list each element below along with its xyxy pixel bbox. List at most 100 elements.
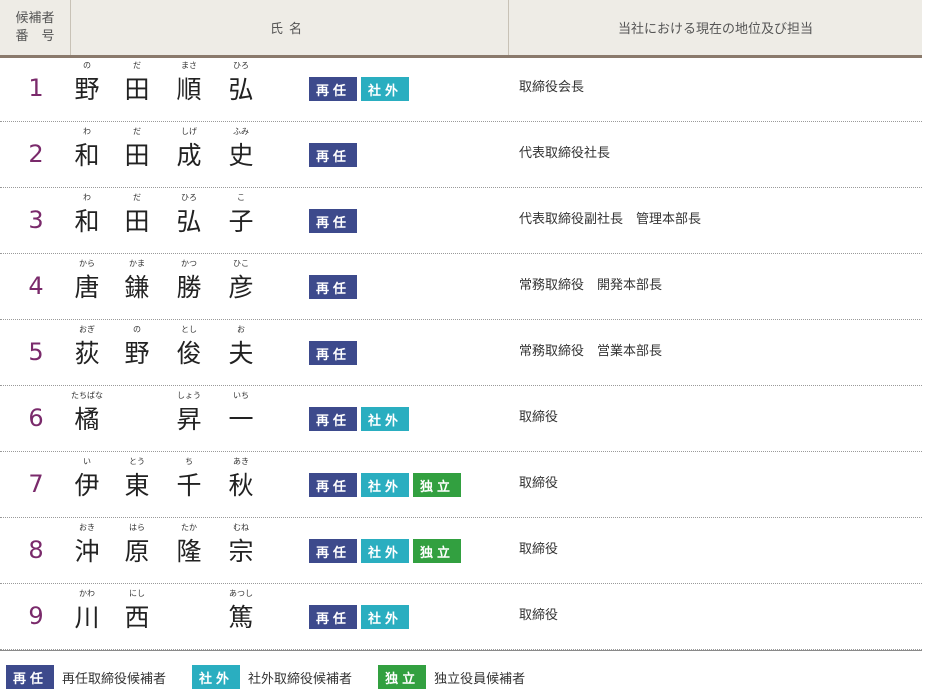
legend-reappoint-text: 再任取締役候補者 bbox=[62, 671, 167, 687]
name-ruby: しげ bbox=[181, 127, 197, 136]
name-kanji: 野 bbox=[74, 75, 100, 104]
table-row: 7 い伊 とう東 ち千 あき秋 再任 社外 独立 取締役 bbox=[0, 451, 922, 518]
name-kanji: 宗 bbox=[228, 537, 254, 566]
candidate-number: 7 bbox=[28, 470, 44, 498]
name-ruby: にし bbox=[129, 589, 145, 598]
candidate-badges: 再任 社外 独立 bbox=[309, 539, 462, 563]
name-kanji: 俊 bbox=[176, 339, 202, 368]
header-position: 当社における現在の地位及び担当 bbox=[617, 22, 813, 37]
candidate-number: 5 bbox=[28, 338, 44, 366]
table-row: 8 おき沖 はら原 たか隆 むね宗 再任 社外 独立 取締役 bbox=[0, 517, 922, 584]
name-ruby: だ bbox=[133, 61, 141, 70]
name-kanji: 和 bbox=[74, 141, 100, 170]
candidate-number: 1 bbox=[28, 74, 44, 102]
name-kanji: 千 bbox=[176, 471, 202, 500]
candidate-number: 4 bbox=[28, 272, 44, 300]
reappoint-badge: 再任 bbox=[309, 275, 358, 299]
name-kanji: 東 bbox=[124, 471, 150, 500]
reappoint-badge: 再任 bbox=[309, 143, 358, 167]
table-row: 4 から唐 かま鎌 かつ勝 ひこ彦 再任 常務取締役 開発本部長 bbox=[0, 253, 922, 320]
legend-divider bbox=[0, 650, 922, 651]
name-kanji: 彦 bbox=[228, 273, 254, 302]
candidate-badges: 再任 bbox=[309, 341, 358, 365]
candidate-number: 8 bbox=[28, 536, 44, 564]
name-kanji: 篤 bbox=[228, 603, 254, 632]
name-kanji: 川 bbox=[74, 603, 100, 632]
legend-outside-text: 社外取締役候補者 bbox=[248, 671, 353, 687]
legend: 再任 再任取締役候補者 社外 社外取締役候補者 独立 独立役員候補者 bbox=[6, 665, 551, 689]
reappoint-badge: 再任 bbox=[309, 605, 358, 629]
name-kanji: 隆 bbox=[176, 537, 202, 566]
legend-reappoint-badge: 再任 bbox=[6, 665, 55, 689]
name-kanji: 夫 bbox=[228, 339, 254, 368]
name-ruby: かま bbox=[129, 259, 145, 268]
name-kanji: 順 bbox=[176, 75, 202, 104]
name-ruby: まさ bbox=[181, 61, 197, 70]
reappoint-badge: 再任 bbox=[309, 77, 358, 101]
name-kanji: 鎌 bbox=[124, 273, 150, 302]
candidate-badges: 再任 社外 bbox=[309, 407, 410, 431]
name-kanji: 弘 bbox=[228, 75, 254, 104]
reappoint-badge: 再任 bbox=[309, 539, 358, 563]
candidate-number: 2 bbox=[28, 140, 44, 168]
header-number-line2: 番 号 bbox=[15, 28, 55, 44]
header-name: 氏名 bbox=[70, 0, 509, 55]
name-ruby: お bbox=[237, 325, 245, 334]
candidate-badges: 再任 bbox=[309, 275, 358, 299]
name-ruby: ひろ bbox=[233, 61, 249, 70]
name-ruby: はら bbox=[129, 523, 145, 532]
name-kanji: 史 bbox=[228, 141, 254, 170]
name-kanji: 伊 bbox=[74, 471, 100, 500]
name-kanji: 唐 bbox=[74, 273, 100, 302]
name-kanji: 沖 bbox=[74, 537, 100, 566]
name-kanji: 秋 bbox=[228, 471, 254, 500]
table-header: 候補者 番 号 氏名 当社における現在の地位及び担当 bbox=[0, 0, 922, 58]
reappoint-badge: 再任 bbox=[309, 341, 358, 365]
name-ruby: たか bbox=[181, 523, 197, 532]
name-ruby: の bbox=[133, 325, 141, 334]
name-ruby: かわ bbox=[79, 589, 95, 598]
table-row: 2 わ和 だ田 しげ成 ふみ史 再任 代表取締役社長 bbox=[0, 121, 922, 188]
name-ruby: ち bbox=[185, 457, 193, 466]
table-row: 1 の野 だ田 まさ順 ひろ弘 再任 社外 取締役会長 bbox=[0, 55, 922, 122]
name-ruby: だ bbox=[133, 193, 141, 202]
candidate-position: 代表取締役社長 bbox=[519, 146, 611, 161]
outside-badge: 社外 bbox=[361, 77, 410, 101]
name-ruby: あつし bbox=[229, 589, 253, 598]
name-kanji: 勝 bbox=[176, 273, 202, 302]
name-kanji: 昇 bbox=[176, 405, 202, 434]
name-kanji: 西 bbox=[124, 603, 150, 632]
candidate-badges: 再任 社外 bbox=[309, 605, 410, 629]
name-ruby: こ bbox=[237, 193, 245, 202]
candidate-position: 取締役会長 bbox=[519, 80, 585, 95]
header-number-line1: 候補者 bbox=[15, 10, 55, 26]
candidate-position: 常務取締役 開発本部長 bbox=[519, 278, 663, 293]
outside-badge: 社外 bbox=[361, 539, 410, 563]
legend-independent-badge: 独立 bbox=[378, 665, 427, 689]
name-kanji: 田 bbox=[124, 75, 150, 104]
name-kanji: 荻 bbox=[74, 339, 100, 368]
name-ruby: だ bbox=[133, 127, 141, 136]
legend-outside-badge: 社外 bbox=[192, 665, 241, 689]
name-ruby: おき bbox=[79, 523, 95, 532]
name-kanji: 子 bbox=[228, 207, 254, 236]
name-kanji: 弘 bbox=[176, 207, 202, 236]
legend-independent-text: 独立役員候補者 bbox=[434, 671, 526, 687]
table-row: 3 わ和 だ田 ひろ弘 こ子 再任 代表取締役副社長 管理本部長 bbox=[0, 187, 922, 254]
name-kanji: 和 bbox=[74, 207, 100, 236]
name-ruby: かつ bbox=[181, 259, 197, 268]
name-ruby: ふみ bbox=[233, 127, 249, 136]
name-ruby: い bbox=[83, 457, 91, 466]
reappoint-badge: 再任 bbox=[309, 407, 358, 431]
outside-badge: 社外 bbox=[361, 473, 410, 497]
candidate-badges: 再任 社外 独立 bbox=[309, 473, 462, 497]
name-ruby: あき bbox=[233, 457, 249, 466]
candidate-position: 取締役 bbox=[519, 608, 559, 623]
name-ruby: ひこ bbox=[233, 259, 249, 268]
candidate-position: 代表取締役副社長 管理本部長 bbox=[519, 212, 702, 227]
name-ruby: むね bbox=[233, 523, 249, 532]
name-kanji: 田 bbox=[124, 141, 150, 170]
name-kanji: 野 bbox=[124, 339, 150, 368]
name-ruby: しょう bbox=[177, 391, 201, 400]
table-row: 6 たちばな橘 しょう昇 いち一 再任 社外 取締役 bbox=[0, 385, 922, 452]
